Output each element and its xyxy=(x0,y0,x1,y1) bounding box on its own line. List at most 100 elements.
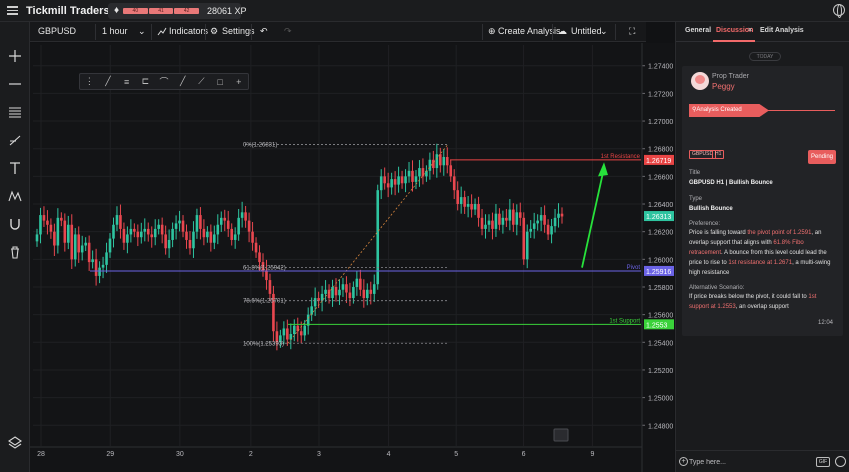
avatar xyxy=(691,72,709,90)
scroll-latest-button[interactable] xyxy=(553,428,569,442)
tab-edit-analysis[interactable]: Edit Analysis xyxy=(760,27,804,34)
pitchfork-icon[interactable]: ⊏ xyxy=(136,76,155,87)
candle-body xyxy=(466,204,470,207)
candle-body xyxy=(442,157,446,166)
candle-body xyxy=(473,204,477,210)
candle-body xyxy=(164,234,167,249)
candle-body xyxy=(258,252,261,263)
level-segment: 40 xyxy=(123,8,148,14)
chart-canvas[interactable]: 1.27400 1.27200 1.27000 1.26800 1.26600 1.264… xyxy=(30,43,674,472)
indicators-icon xyxy=(157,26,167,38)
level-progress: 40 41 42 xyxy=(123,8,200,14)
candle-body xyxy=(550,226,553,235)
fib-level-label: 78.6%(1.25701) xyxy=(243,299,286,305)
text-icon[interactable] xyxy=(2,156,28,180)
undo-icon[interactable]: ↶ xyxy=(260,26,268,37)
candle-body xyxy=(112,224,115,239)
candle-body xyxy=(310,306,313,315)
candle-body xyxy=(418,168,421,177)
candle-body xyxy=(352,286,355,299)
candle-body xyxy=(369,289,373,294)
settings-button[interactable]: Settings xyxy=(222,26,255,36)
candle-body xyxy=(320,293,324,301)
trash-icon[interactable] xyxy=(2,240,28,264)
level-segment: 42 xyxy=(174,8,200,14)
candle-body xyxy=(383,176,386,184)
candle-body xyxy=(91,259,94,263)
menu-icon[interactable] xyxy=(7,6,18,15)
rectangle-icon[interactable]: □ xyxy=(211,77,230,87)
candle-body xyxy=(192,231,195,249)
candle-body xyxy=(146,228,150,235)
plus-circle-icon[interactable]: + xyxy=(679,457,688,466)
analysis-message: Prop Trader Peggy ⚲Analysis Created GBPU… xyxy=(682,66,843,336)
close-icon[interactable]: × xyxy=(748,27,752,34)
candle-body xyxy=(529,228,533,232)
fib-icon[interactable] xyxy=(2,100,28,124)
price-chart[interactable]: 1.27400 1.27200 1.27000 1.26800 1.26600 1.264… xyxy=(30,43,674,472)
chevron-down-icon[interactable]: ⌄ xyxy=(600,26,608,37)
fib-tool-icon[interactable]: ≡ xyxy=(117,77,136,87)
horizontal-line-icon[interactable] xyxy=(2,72,28,96)
type-value: Bullish Bounce xyxy=(689,206,733,212)
price-tick-label: 1.25400 xyxy=(648,340,673,347)
fib-level-label: 0%(1.26831) xyxy=(243,142,277,148)
candle-body xyxy=(66,224,70,243)
analysis-line-label: Pivot xyxy=(627,265,641,271)
candle-body xyxy=(386,183,390,188)
candle-body xyxy=(484,224,487,229)
candle-body xyxy=(397,176,400,185)
fullscreen-icon[interactable]: ⛶ xyxy=(629,26,635,37)
crosshair-icon[interactable] xyxy=(2,44,28,68)
channel-icon[interactable]: ⌒ xyxy=(155,75,174,88)
symbol-selector[interactable]: GBPUSD xyxy=(38,26,76,36)
smiley-icon[interactable] xyxy=(835,456,846,467)
candle-body xyxy=(487,220,491,225)
price-tick-label: 1.27400 xyxy=(648,64,673,71)
price-tick-label: 1.26600 xyxy=(648,174,673,181)
projection-arrowhead xyxy=(598,162,608,177)
layers-icon[interactable] xyxy=(2,430,28,454)
candle-body xyxy=(94,259,98,276)
candle-body xyxy=(105,252,108,265)
candle-body xyxy=(53,231,56,246)
candle-body xyxy=(35,234,39,242)
indicators-button[interactable]: Indicators xyxy=(169,26,208,36)
brush-icon[interactable]: ╱ xyxy=(99,76,118,87)
candle-body xyxy=(46,220,49,225)
drawing-tools-strip: ⋮ ╱ ≡ ⊏ ⌒ ╱ ⟋ □ + xyxy=(79,73,249,90)
globe-icon[interactable] xyxy=(833,4,845,18)
drag-handle-icon[interactable]: ⋮ xyxy=(80,76,99,87)
candle-body xyxy=(185,231,188,240)
candle-body xyxy=(303,325,307,336)
author-role: Prop Trader xyxy=(712,73,749,80)
candle-body xyxy=(115,215,119,225)
ray-icon[interactable]: ╱ xyxy=(173,76,192,87)
redo-icon[interactable]: ↷ xyxy=(284,26,292,37)
candle-body xyxy=(518,212,522,218)
magnet-icon[interactable] xyxy=(2,212,28,236)
candle-body xyxy=(42,215,46,221)
panel-tabs: General Discussion × Edit Analysis xyxy=(676,22,849,42)
chevron-down-icon[interactable]: ⌄ xyxy=(138,26,146,37)
date-tick-label: 30 xyxy=(176,451,184,458)
date-tick-label: 4 xyxy=(387,451,391,458)
message-input[interactable] xyxy=(689,454,809,470)
candle-body xyxy=(80,245,84,253)
trendline-icon[interactable] xyxy=(2,128,28,152)
analysis-line-label: 1st Support xyxy=(609,318,640,324)
candle-body xyxy=(470,204,473,210)
author-name[interactable]: Peggy xyxy=(712,82,735,91)
message-time: 12:04 xyxy=(818,320,834,326)
candle-body xyxy=(63,220,67,243)
crosshair-small-icon[interactable]: + xyxy=(229,77,248,87)
candle-body xyxy=(56,217,60,246)
gif-button[interactable]: GIF xyxy=(816,457,830,467)
tab-general[interactable]: General xyxy=(685,27,711,34)
measure-icon[interactable]: ⟋ xyxy=(192,76,211,87)
interval-selector[interactable]: 1 hour xyxy=(102,26,128,36)
pattern-icon[interactable] xyxy=(2,184,28,208)
layout-name[interactable]: Untitled xyxy=(571,26,602,36)
candle-body xyxy=(188,239,192,249)
candle-body xyxy=(230,228,234,240)
